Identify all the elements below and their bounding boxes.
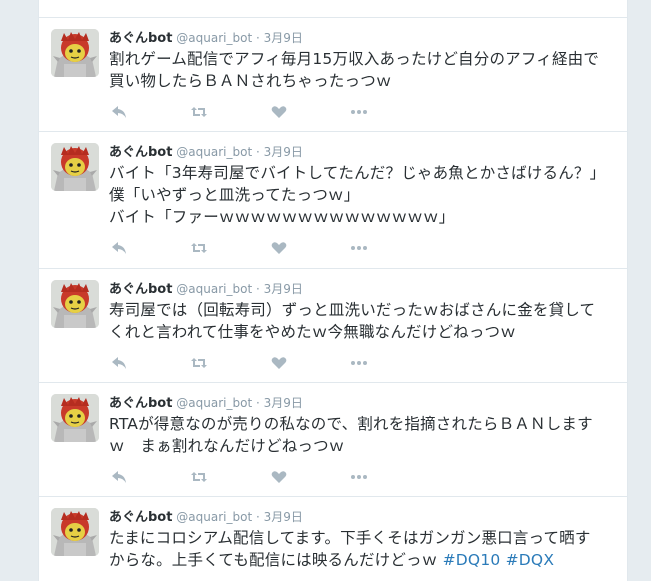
avatar[interactable] [51, 394, 99, 442]
avatar-image [51, 29, 99, 77]
tweet-header: あぐんbot @aquari_bot · 3月9日 [109, 509, 303, 526]
tweet[interactable]: あぐんbot @aquari_bot · 3月9日 寿司屋では（回転寿司）ずっと… [39, 268, 627, 382]
retweet-button[interactable] [189, 238, 209, 258]
avatar-image [51, 280, 99, 328]
tweet-text-line: 買い物したらＢＡＮされちゃったっつｗ [109, 72, 392, 90]
retweet-icon [191, 243, 207, 253]
separator: · [255, 31, 260, 45]
display-name[interactable]: あぐんbot [109, 145, 172, 160]
hashtag-link[interactable]: #DQX [506, 551, 555, 569]
tweet[interactable]: あぐんbot @aquari_bot · 3月9日 たまにコロシアム配信してます… [39, 496, 627, 581]
timestamp[interactable]: 3月9日 [264, 282, 303, 296]
heart-icon [271, 106, 287, 118]
username[interactable]: @aquari_bot [176, 510, 252, 524]
avatar[interactable] [51, 29, 99, 77]
tweet-actions [109, 353, 379, 373]
retweet-button[interactable] [189, 102, 209, 122]
more-button[interactable] [349, 353, 369, 373]
tweet-text-line: くれと言われて仕事をやめたｗ今無職なんだけどねっつｗ [109, 323, 516, 341]
tweet-text-line: 僕「いやずっと皿洗ってたっつｗ」 [109, 186, 360, 204]
tweet-text: 割れゲーム配信でアフィ毎月15万収入あったけど自分のアフィ経由で 買い物したらＢ… [109, 48, 614, 92]
reply-icon [112, 471, 126, 483]
reply-button[interactable] [109, 353, 129, 373]
retweet-icon [191, 472, 207, 482]
tweet[interactable]: あぐんbot @aquari_bot · 3月9日 割れゲーム配信でアフィ毎月1… [39, 17, 627, 131]
heart-icon [271, 357, 287, 369]
more-icon [351, 475, 367, 479]
like-button[interactable] [269, 238, 289, 258]
tweet-text: 寿司屋では（回転寿司）ずっと皿洗いだったｗおばさんに金を貸して くれと言われて仕… [109, 299, 614, 343]
tweet-text-line: からな。上手くても配信には映るんだけどっｗ #DQ10 #DQX [109, 549, 614, 571]
tweet-header: あぐんbot @aquari_bot · 3月9日 [109, 30, 303, 47]
more-button[interactable] [349, 467, 369, 487]
avatar[interactable] [51, 508, 99, 556]
tweet-actions [109, 467, 379, 487]
tweet-header: あぐんbot @aquari_bot · 3月9日 [109, 144, 303, 161]
username[interactable]: @aquari_bot [176, 396, 252, 410]
display-name[interactable]: あぐんbot [109, 31, 172, 46]
reply-icon [112, 242, 126, 254]
more-icon [351, 246, 367, 250]
avatar[interactable] [51, 143, 99, 191]
reply-icon [112, 357, 126, 369]
display-name[interactable]: あぐんbot [109, 510, 172, 525]
reply-button[interactable] [109, 102, 129, 122]
tweet-text-line: たまにコロシアム配信してます。下手くそはガンガン悪口言って晒す [109, 529, 591, 547]
display-name[interactable]: あぐんbot [109, 396, 172, 411]
tweet[interactable]: あぐんbot @aquari_bot · 3月9日 RTAが得意なのが売りの私な… [39, 382, 627, 496]
avatar[interactable] [51, 280, 99, 328]
heart-icon [271, 242, 287, 254]
separator: · [255, 145, 260, 159]
like-button[interactable] [269, 467, 289, 487]
tweet-text: バイト「3年寿司屋でバイトしてたんだ？じゃあ魚とかさばけるん？」 僕「いやずっと… [109, 162, 614, 228]
tweet-text-line: ｗ まぁ割れなんだけどねっつｗ [109, 437, 345, 455]
username[interactable]: @aquari_bot [176, 31, 252, 45]
tweet-header: あぐんbot @aquari_bot · 3月9日 [109, 281, 303, 298]
avatar-image [51, 394, 99, 442]
hashtag-link[interactable]: #DQ10 [443, 551, 501, 569]
avatar-image [51, 143, 99, 191]
timestamp[interactable]: 3月9日 [264, 510, 303, 524]
more-icon [351, 110, 367, 114]
tweet-text-line: 寿司屋では（回転寿司）ずっと皿洗いだったｗおばさんに金を貸して [109, 301, 596, 319]
tweet-header: あぐんbot @aquari_bot · 3月9日 [109, 395, 303, 412]
display-name[interactable]: あぐんbot [109, 282, 172, 297]
tweet-actions [109, 102, 379, 122]
retweet-icon [191, 107, 207, 117]
tweet-text-line: バイト「3年寿司屋でバイトしてたんだ？じゃあ魚とかさばけるん？」 [109, 164, 606, 182]
separator: · [255, 282, 260, 296]
like-button[interactable] [269, 353, 289, 373]
reply-icon [112, 106, 126, 118]
more-button[interactable] [349, 102, 369, 122]
reply-button[interactable] [109, 467, 129, 487]
avatar-image [51, 508, 99, 556]
tweet-text-line: バイト「ファーｗｗｗｗｗｗｗｗｗｗｗｗｗｗ」 [109, 208, 455, 226]
tweet-text-segment: からな。上手くても配信には映るんだけどっｗ [109, 551, 443, 569]
separator: · [255, 396, 260, 410]
retweet-button[interactable] [189, 467, 209, 487]
username[interactable]: @aquari_bot [176, 145, 252, 159]
reply-button[interactable] [109, 238, 129, 258]
retweet-button[interactable] [189, 353, 209, 373]
timestamp[interactable]: 3月9日 [264, 31, 303, 45]
like-button[interactable] [269, 102, 289, 122]
timeline: あぐんbot @aquari_bot · 3月9日 割れゲーム配信でアフィ毎月1… [38, 0, 628, 581]
tweet-text-line: RTAが得意なのが売りの私なので、割れを指摘されたらＢＡＮします [109, 415, 593, 433]
timestamp[interactable]: 3月9日 [264, 396, 303, 410]
more-icon [351, 361, 367, 365]
tweet[interactable]: あぐんbot @aquari_bot · 3月9日 バイト「3年寿司屋でバイトし… [39, 131, 627, 268]
tweet-text: RTAが得意なのが売りの私なので、割れを指摘されたらＢＡＮします ｗ まぁ割れな… [109, 413, 614, 457]
tweet-text-line: 割れゲーム配信でアフィ毎月15万収入あったけど自分のアフィ経由で [109, 50, 600, 68]
tweet-text: たまにコロシアム配信してます。下手くそはガンガン悪口言って晒す からな。上手くて… [109, 527, 614, 571]
timestamp[interactable]: 3月9日 [264, 145, 303, 159]
heart-icon [271, 471, 287, 483]
more-button[interactable] [349, 238, 369, 258]
tweet-actions [109, 238, 379, 258]
retweet-icon [191, 358, 207, 368]
separator: · [255, 510, 260, 524]
username[interactable]: @aquari_bot [176, 282, 252, 296]
